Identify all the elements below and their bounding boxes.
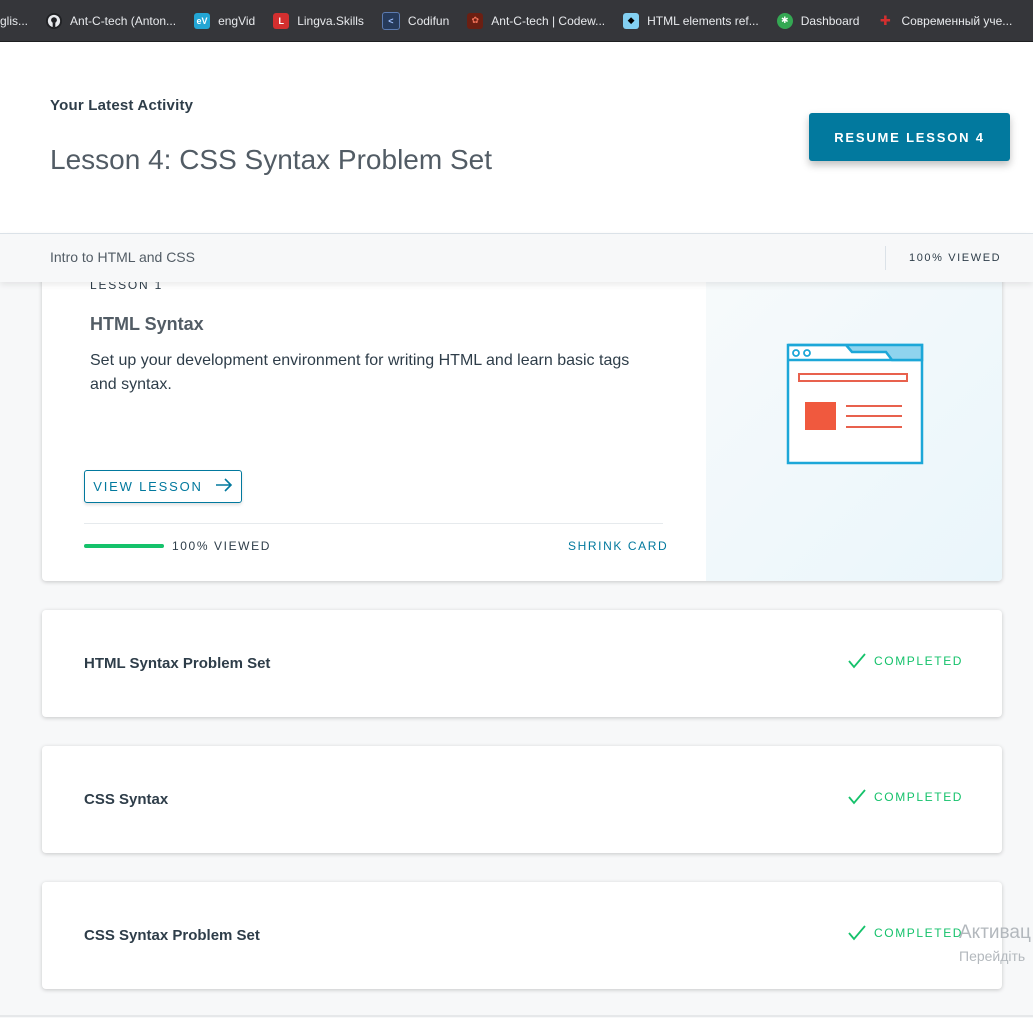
status-label: COMPLETED: [874, 926, 964, 940]
checkmark-icon: [848, 925, 866, 941]
checkmark-icon: [848, 653, 866, 669]
checkmark-icon: [848, 789, 866, 805]
activation-watermark-title: Активац: [959, 922, 1031, 943]
view-lesson-button[interactable]: VIEW LESSON: [84, 470, 242, 503]
bookmark-item[interactable]: ✚ Современный уче...: [877, 13, 1012, 29]
shrink-card-link[interactable]: SHRINK CARD: [568, 539, 668, 553]
lesson-description: Set up your development environment for …: [90, 352, 630, 393]
bookmark-item[interactable]: < Codifun: [381, 11, 450, 30]
divider: [84, 523, 663, 524]
github-icon: [46, 12, 63, 29]
lesson-illustration-panel: [706, 258, 1002, 581]
bookmark-label: Современный уче...: [901, 13, 1013, 28]
completed-status: COMPLETED: [848, 653, 963, 669]
bookmark-label: HTML elements ref...: [647, 13, 759, 28]
completed-status: COMPLETED: [848, 789, 963, 805]
bookmark-label: Codifun: [407, 13, 450, 28]
bookmark-label: engVid: [218, 13, 256, 28]
bookmark-label: glis...: [0, 13, 29, 28]
divider: [0, 1015, 1033, 1017]
divider: [885, 246, 886, 270]
bookmark-item[interactable]: eV engVid: [194, 12, 256, 29]
lesson-title: HTML Syntax: [90, 314, 204, 334]
bookmark-label: Dashboard: [800, 13, 860, 28]
status-label: COMPLETED: [874, 790, 964, 804]
latest-activity-header: Your Latest Activity Lesson 4: CSS Synta…: [0, 42, 1033, 233]
activation-watermark-text: Перейдіть: [959, 948, 1026, 964]
status-label: COMPLETED: [874, 654, 964, 668]
breadcrumb-course[interactable]: Intro to HTML and CSS: [50, 249, 195, 265]
activity-label: Your Latest Activity: [50, 97, 194, 114]
lesson-viewed-label: 100% VIEWED: [172, 539, 271, 553]
browser-window-icon: [786, 343, 924, 465]
lesson-card-title: HTML Syntax Problem Set: [84, 655, 271, 672]
lesson-card[interactable]: CSS Syntax Problem Set COMPLETED: [42, 882, 1002, 989]
progress-bar: [84, 544, 164, 548]
mdn-icon: ◆: [623, 12, 640, 29]
lesson-card-title: CSS Syntax Problem Set: [84, 927, 260, 944]
progress-fill: [84, 544, 164, 548]
codewars-icon: ✿: [467, 12, 484, 29]
course-subbar: Intro to HTML and CSS 100% VIEWED: [0, 233, 1033, 282]
resume-lesson-button[interactable]: RESUME LESSON 4: [809, 113, 1010, 161]
bookmark-item[interactable]: ◆ HTML elements ref...: [623, 12, 759, 29]
codifun-icon: <: [381, 11, 400, 30]
bookmarks-bar: glis... Ant-C-tech (Anton... eV engVid L…: [0, 0, 1033, 42]
javascript-info-icon: ✚: [880, 12, 891, 28]
bookmark-item[interactable]: ✱ Dashboard: [776, 12, 860, 29]
lesson-card[interactable]: HTML Syntax Problem Set COMPLETED: [42, 610, 1002, 717]
engvid-icon: eV: [194, 12, 211, 29]
lesson-card-expanded: LESSON 1 HTML Syntax Set up your develop…: [42, 258, 1002, 581]
bookmark-item[interactable]: Ant-C-tech (Anton...: [46, 12, 177, 29]
course-viewed-status: 100% VIEWED: [909, 252, 1002, 264]
bookmark-label: Ant-C-tech | Codew...: [491, 13, 606, 28]
page-title: Lesson 4: CSS Syntax Problem Set: [50, 144, 492, 175]
lesson-card-title: CSS Syntax: [84, 791, 169, 808]
bookmark-label: Lingva.Skills: [297, 13, 364, 28]
bookmark-item[interactable]: ✿ Ant-C-tech | Codew...: [467, 12, 606, 29]
lesson-card[interactable]: CSS Syntax COMPLETED: [42, 746, 1002, 853]
view-lesson-label: VIEW LESSON: [93, 479, 203, 494]
completed-status: COMPLETED: [848, 925, 963, 941]
lingva-icon: L: [273, 12, 290, 29]
bookmark-item[interactable]: glis...: [0, 13, 28, 29]
arrow-right-icon: [215, 478, 233, 495]
dashboard-icon: ✱: [776, 12, 793, 29]
bookmark-item[interactable]: L Lingva.Skills: [273, 12, 364, 29]
bookmark-label: Ant-C-tech (Anton...: [70, 13, 177, 28]
